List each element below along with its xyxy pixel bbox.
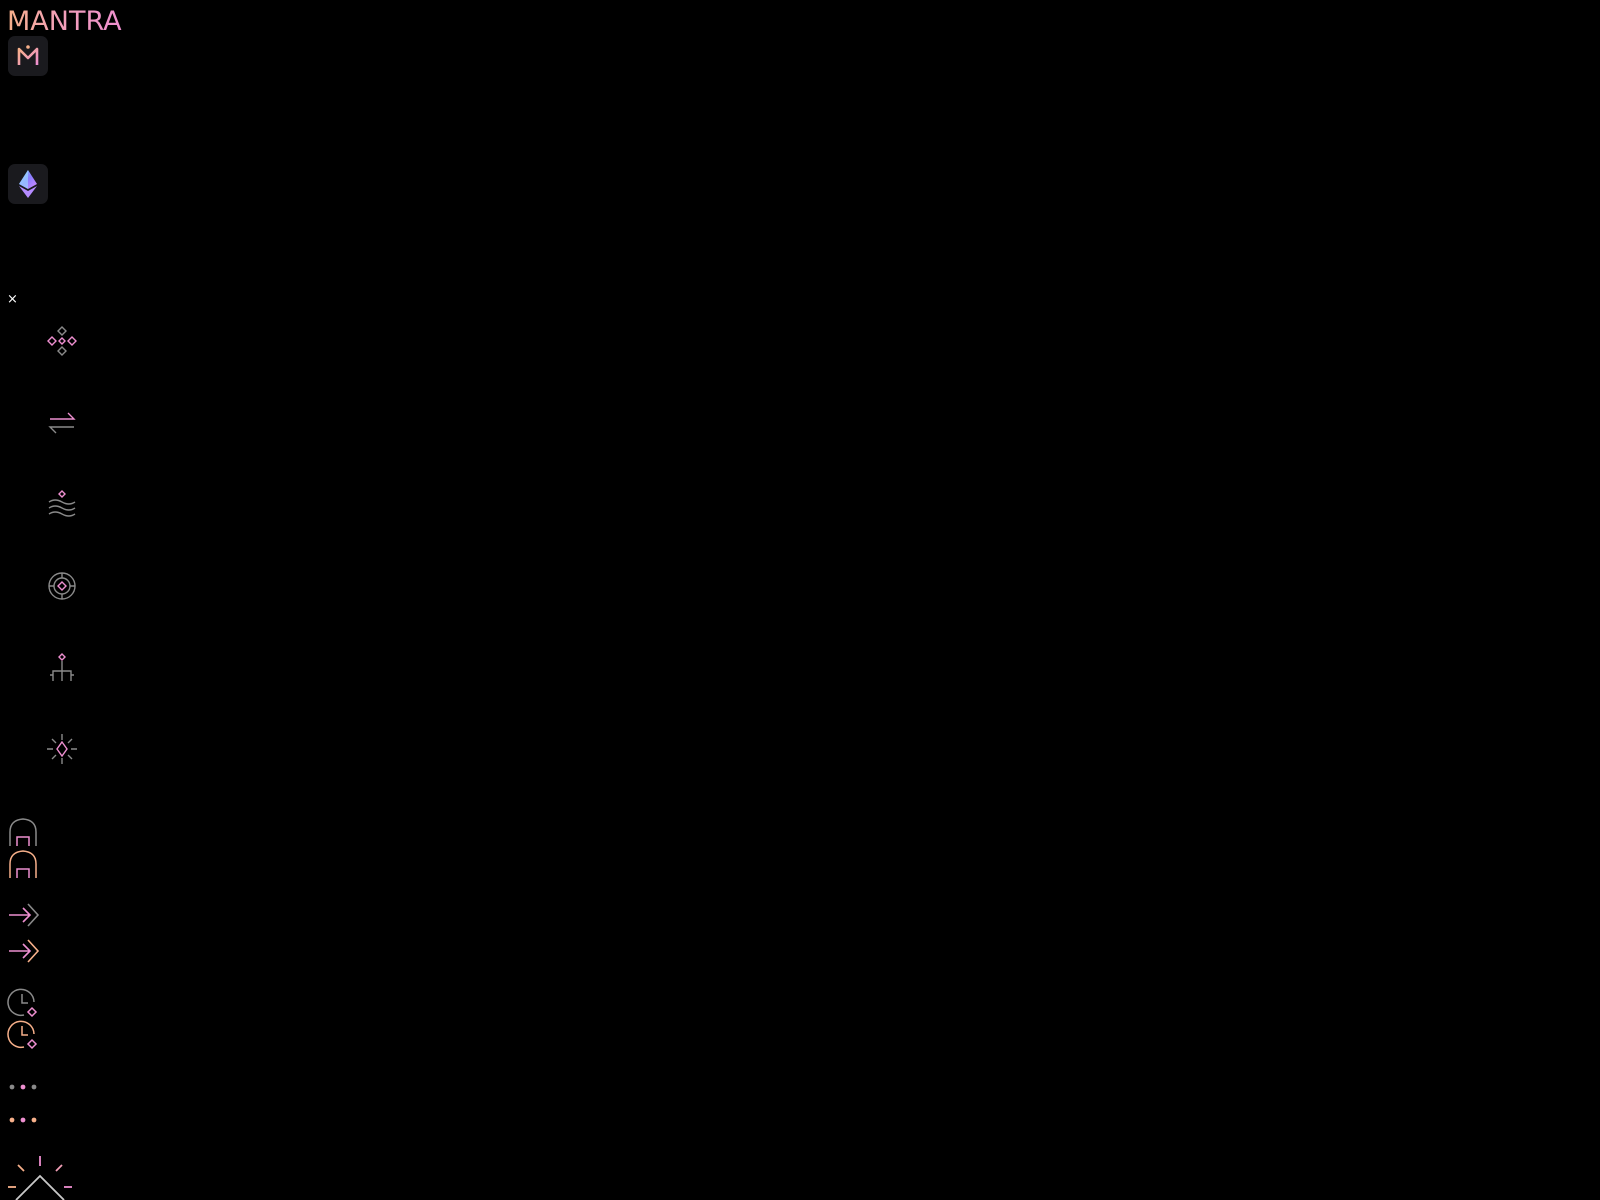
close-button[interactable]: × [7,293,18,306]
nav-item-pools[interactable] [44,487,80,523]
history-button-active[interactable] [6,1018,40,1052]
forward-button-active[interactable] [6,934,40,968]
network-selector-button[interactable] [8,164,48,204]
clock-diamond-icon [6,1018,40,1052]
sparkle-star-icon [44,731,80,767]
clock-diamond-icon [6,986,40,1020]
brand-logo: MANTRA [7,6,122,37]
mantra-m-icon [15,43,41,69]
nav-item-stake[interactable] [44,568,80,604]
home-button-active[interactable] [6,848,40,882]
forward-button[interactable] [6,898,40,932]
pool-waves-icon [44,487,80,523]
more-dots-icon [6,1070,40,1104]
stake-compass-icon [44,568,80,604]
more-dots-icon [6,1103,40,1137]
nav-item-governance[interactable] [44,650,80,686]
hierarchy-icon [44,650,80,686]
home-icon [6,816,40,850]
sunrise-icon [6,1156,76,1200]
nav-item-rewards[interactable] [44,731,80,767]
history-button[interactable] [6,986,40,1020]
swap-arrows-icon [44,405,80,441]
dashboard-diamonds-icon [44,323,80,359]
more-button-active[interactable] [6,1103,40,1137]
more-button[interactable] [6,1070,40,1104]
theme-toggle-button[interactable] [6,1156,76,1200]
ethereum-icon [17,169,39,199]
arrow-right-icon [6,898,40,932]
nav-item-dashboard[interactable] [44,323,80,359]
home-icon [6,848,40,882]
nav-item-swap[interactable] [44,405,80,441]
arrow-right-icon [6,934,40,968]
home-button[interactable] [6,816,40,850]
app-switcher-button[interactable] [8,36,48,76]
